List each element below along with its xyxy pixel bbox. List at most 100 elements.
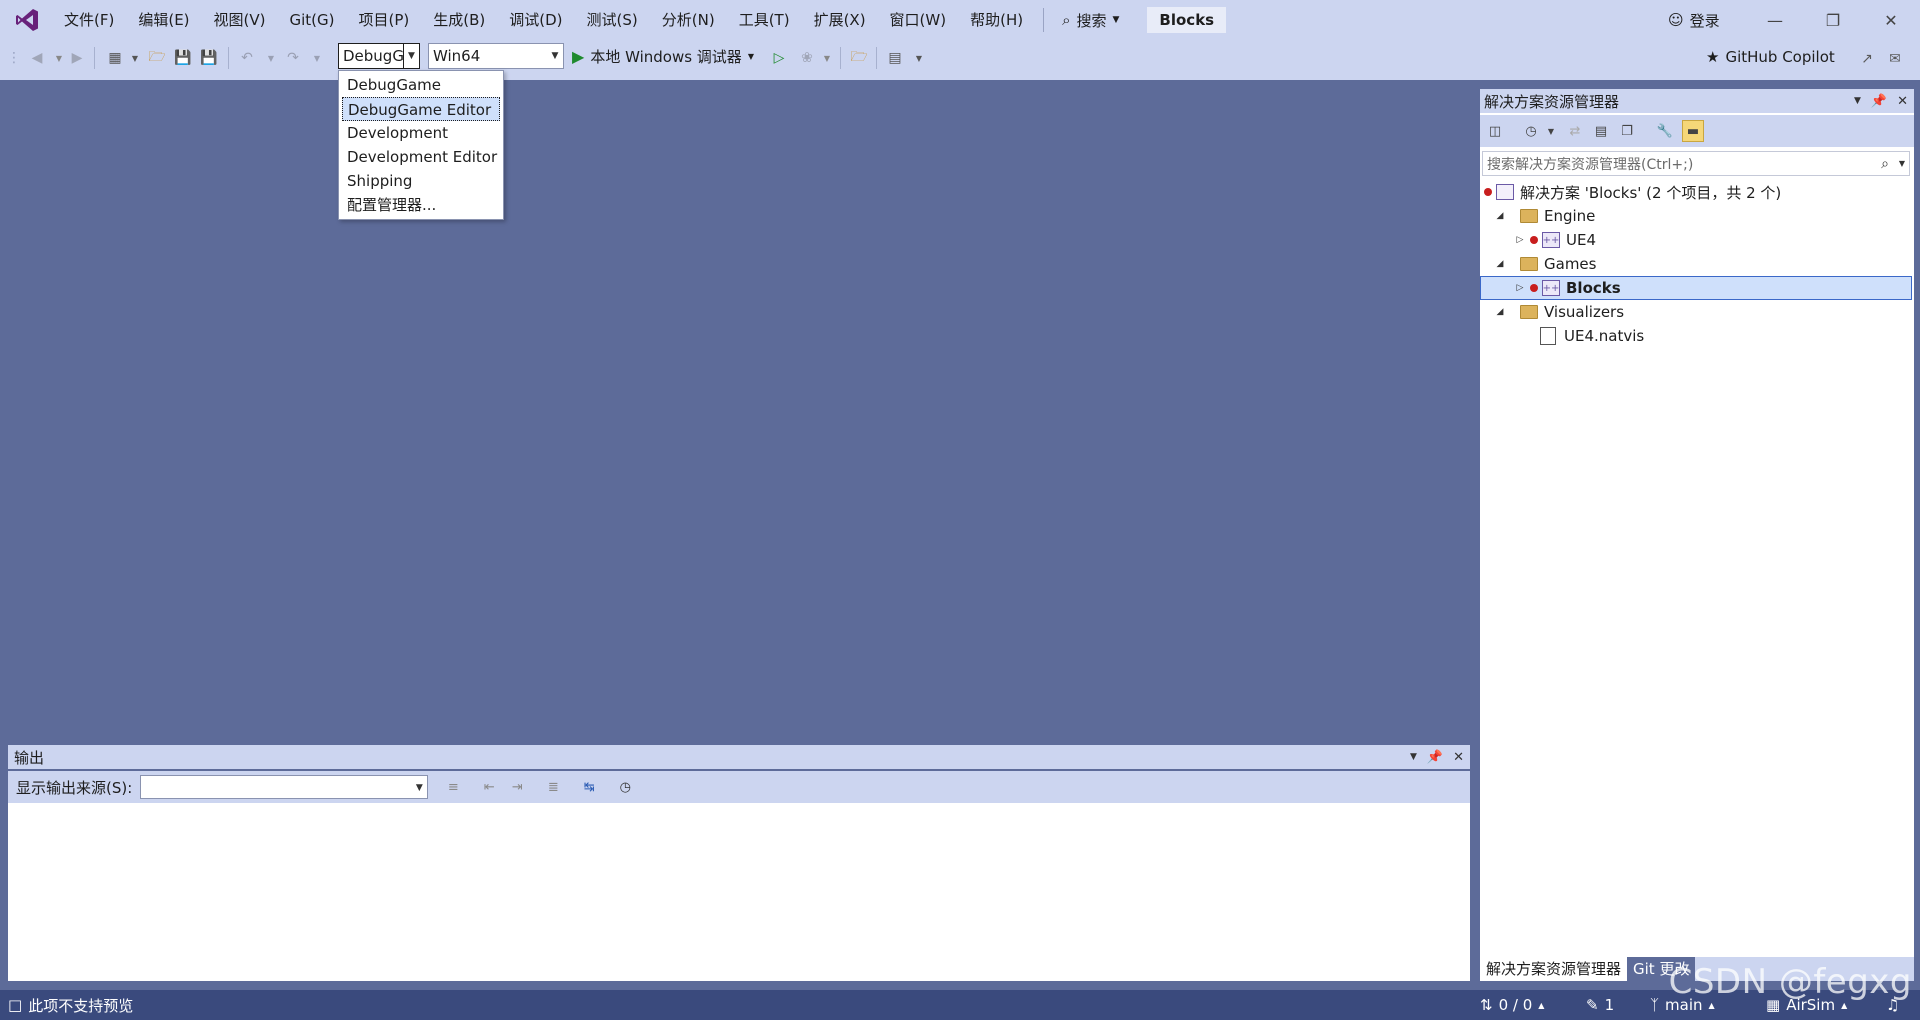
toolbar-grip-icon[interactable]: ⋮: [7, 46, 21, 70]
toggle-word-wrap-icon[interactable]: ↹: [578, 776, 600, 798]
chevron-down-icon[interactable]: ▼: [1410, 752, 1417, 762]
find-in-files-icon[interactable]: 🗁: [848, 46, 870, 70]
close-icon[interactable]: ✕: [1897, 94, 1908, 109]
output-source-select[interactable]: ▼: [140, 775, 429, 800]
menu-analyze[interactable]: 分析(N): [650, 5, 727, 35]
tree-item-natvis-file[interactable]: UE4.natvis: [1480, 324, 1912, 348]
collapse-all-icon[interactable]: ▤: [1590, 120, 1612, 142]
menu-test[interactable]: 测试(S): [575, 5, 650, 35]
chevron-down-icon[interactable]: ▼: [403, 44, 419, 68]
start-without-debugging-icon[interactable]: ▷: [768, 46, 790, 70]
solution-explorer-search-input[interactable]: 搜索解决方案资源管理器(Ctrl+;) ⌕ ▼: [1482, 151, 1910, 176]
config-option-debuggame[interactable]: DebugGame: [339, 73, 503, 97]
sync-active-document-icon[interactable]: ⇄: [1564, 120, 1586, 142]
git-sync-status[interactable]: ⇅ 0 / 0 ▲: [1480, 990, 1544, 1020]
git-pending-edits[interactable]: ✎ 1: [1586, 990, 1614, 1020]
filter-dropdown-icon[interactable]: ▼: [1540, 120, 1562, 142]
find-message-icon[interactable]: ≡: [442, 776, 464, 798]
tree-item-games-folder[interactable]: ◢ Games: [1480, 252, 1912, 276]
tree-item-visualizers-folder[interactable]: ◢ Visualizers: [1480, 300, 1912, 324]
collapsed-arrow-icon[interactable]: ▷: [1514, 283, 1526, 293]
search-options-chevron-icon[interactable]: ▼: [1899, 159, 1905, 168]
expanded-arrow-icon[interactable]: ◢: [1494, 211, 1506, 221]
switch-views-icon[interactable]: ◫: [1484, 120, 1506, 142]
new-dropdown-icon[interactable]: ▼: [124, 46, 146, 70]
tree-item-solution[interactable]: 解决方案 'Blocks' (2 个项目，共 2 个): [1480, 180, 1912, 204]
save-all-icon[interactable]: 💾: [198, 46, 220, 70]
solution-explorer-header[interactable]: 解决方案资源管理器 ▼ 📌 ✕: [1480, 89, 1914, 113]
solution-configuration-combo[interactable]: DebugG ▼: [338, 43, 420, 69]
menu-tools[interactable]: 工具(T): [727, 5, 802, 35]
menu-window[interactable]: 窗口(W): [878, 5, 959, 35]
share-icon[interactable]: ↗: [1856, 47, 1878, 71]
tab-solution-explorer[interactable]: 解决方案资源管理器: [1480, 957, 1628, 981]
expanded-arrow-icon[interactable]: ◢: [1494, 307, 1506, 317]
show-all-files-icon[interactable]: ❐: [1616, 120, 1638, 142]
tree-item-label: Blocks: [1566, 279, 1621, 297]
window-layout-icon[interactable]: ▤: [884, 46, 906, 70]
restore-button[interactable]: ❐: [1804, 0, 1862, 40]
menu-extensions[interactable]: 扩展(X): [802, 5, 878, 35]
tree-item-label: Engine: [1544, 207, 1596, 225]
tree-item-engine-folder[interactable]: ◢ Engine: [1480, 204, 1912, 228]
login-button[interactable]: ☺ 登录: [1668, 6, 1720, 34]
menu-debug[interactable]: 调试(D): [497, 5, 574, 35]
navigate-forward-icon[interactable]: ▶: [66, 46, 88, 70]
menu-file[interactable]: 文件(F): [52, 5, 126, 35]
config-option-debuggame-editor[interactable]: DebugGame Editor: [342, 97, 500, 121]
menu-view[interactable]: 视图(V): [202, 5, 278, 35]
output-panel-header[interactable]: 输出 ▼ 📌 ✕: [8, 745, 1470, 769]
chevron-down-icon[interactable]: ▼: [547, 44, 563, 68]
menu-project[interactable]: 项目(P): [347, 5, 422, 35]
visual-studio-logo-icon[interactable]: [12, 5, 42, 35]
output-source-label: 显示输出来源(S):: [16, 778, 133, 797]
expanded-arrow-icon[interactable]: ◢: [1494, 259, 1506, 269]
config-option-development-editor[interactable]: Development Editor: [339, 145, 503, 169]
menu-build[interactable]: 生成(B): [421, 5, 497, 35]
close-icon[interactable]: ✕: [1453, 750, 1464, 765]
preview-selected-items-icon[interactable]: ▬: [1682, 120, 1704, 142]
pin-icon[interactable]: 📌: [1427, 750, 1443, 765]
previous-message-icon[interactable]: ⇤: [478, 776, 500, 798]
search-placeholder: 搜索解决方案资源管理器(Ctrl+;): [1487, 156, 1694, 173]
save-icon[interactable]: 💾: [172, 46, 194, 70]
minimize-button[interactable]: —: [1746, 0, 1804, 40]
next-message-icon[interactable]: ⇥: [506, 776, 528, 798]
show-timestamps-clock-icon[interactable]: ◷: [614, 776, 636, 798]
tree-item-ue4-project[interactable]: ▷ ++ UE4: [1480, 228, 1912, 252]
feedback-icon[interactable]: ✉: [1884, 47, 1906, 71]
undo-dropdown-icon[interactable]: ▼: [260, 46, 282, 70]
clear-all-icon[interactable]: ≣: [542, 776, 564, 798]
config-option-shipping[interactable]: Shipping: [339, 169, 503, 193]
chevron-down-icon[interactable]: ▼: [1854, 96, 1861, 106]
new-project-icon[interactable]: ▦: [104, 46, 126, 70]
close-window-button[interactable]: ✕: [1862, 0, 1920, 40]
hot-reload-dropdown-icon[interactable]: ▼: [816, 46, 838, 70]
pending-changes-filter-icon[interactable]: ◷: [1520, 120, 1542, 142]
menu-edit[interactable]: 编辑(E): [126, 5, 201, 35]
hot-reload-icon[interactable]: ❀: [796, 46, 818, 70]
search-button[interactable]: ⌕ 搜索 ▼: [1052, 6, 1129, 34]
start-debugging-button[interactable]: ▶ 本地 Windows 调试器 ▼: [572, 43, 754, 69]
menu-git[interactable]: Git(G): [278, 5, 347, 35]
config-option-development[interactable]: Development: [339, 121, 503, 145]
menu-help[interactable]: 帮助(H): [958, 5, 1035, 35]
open-folder-icon[interactable]: 🗁: [146, 46, 168, 70]
close-icon: ✕: [1884, 10, 1898, 30]
collapsed-arrow-icon[interactable]: ▷: [1514, 235, 1526, 245]
solution-platform-combo[interactable]: Win64 ▼: [428, 43, 564, 69]
toolbar-overflow-icon[interactable]: ▼: [908, 46, 930, 70]
config-option-configuration-manager[interactable]: 配置管理器...: [339, 193, 503, 217]
redo-icon[interactable]: ↷: [282, 46, 304, 70]
navigate-back-icon[interactable]: ◀: [26, 46, 48, 70]
undo-icon[interactable]: ↶: [236, 46, 258, 70]
properties-wrench-icon[interactable]: 🔧: [1654, 120, 1676, 142]
search-icon[interactable]: ⌕: [1881, 156, 1889, 172]
output-text-area[interactable]: [8, 803, 1470, 981]
tree-item-blocks-project[interactable]: ▷ ++ Blocks: [1480, 276, 1912, 300]
pin-icon[interactable]: 📌: [1871, 94, 1887, 109]
redo-dropdown-icon[interactable]: ▼: [306, 46, 328, 70]
chevron-down-icon[interactable]: ▼: [748, 52, 754, 61]
github-copilot-button[interactable]: ★ GitHub Copilot: [1706, 44, 1835, 70]
chevron-down-icon[interactable]: ▼: [411, 776, 427, 800]
